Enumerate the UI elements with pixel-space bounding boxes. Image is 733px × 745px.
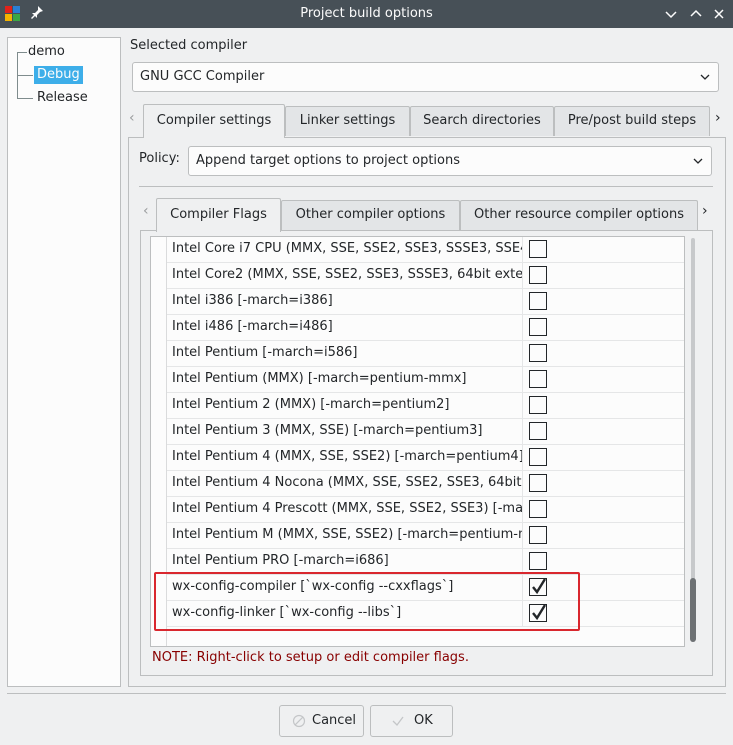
flags-scrollbar[interactable] [689, 236, 697, 644]
tree-line [17, 98, 33, 99]
tab-compiler-settings[interactable]: Compiler settings [143, 104, 285, 138]
flag-label: Intel Pentium [-march=i586] [172, 345, 358, 360]
chevron-down-icon [693, 158, 703, 164]
selected-compiler-label: Selected compiler [130, 38, 248, 53]
compiler-flags-note: NOTE: Right-click to setup or edit compi… [152, 650, 469, 665]
flag-checkbox[interactable] [529, 552, 547, 570]
tabs-scroll-right-button[interactable]: › [715, 110, 721, 126]
column-divider [522, 523, 523, 549]
flag-checkbox[interactable] [529, 448, 547, 466]
scrollbar-thumb[interactable] [690, 578, 696, 642]
check-icon [392, 716, 404, 726]
flag-row[interactable]: Intel Pentium 4 Nocona (MMX, SSE, SSE2, … [167, 471, 684, 497]
column-divider [522, 315, 523, 341]
column-divider [522, 393, 523, 419]
settings-tabs: Compiler settings Linker settings Search… [0, 104, 733, 138]
flag-label: Intel Core2 (MMX, SSE, SSE2, SSE3, SSSE3… [172, 267, 522, 282]
close-button[interactable] [710, 5, 728, 23]
tree-line [17, 75, 33, 76]
tab-pre-post-build-steps[interactable]: Pre/post build steps [554, 106, 710, 136]
flag-row[interactable]: Intel Pentium 2 (MMX) [-march=pentium2] [167, 393, 684, 419]
flag-label: Intel Pentium PRO [-march=i686] [172, 553, 389, 568]
chevron-down-icon [700, 74, 710, 80]
compiler-subtabs: Compiler Flags Other compiler options Ot… [0, 198, 733, 232]
column-divider [522, 419, 523, 445]
flag-label: Intel Pentium M (MMX, SSE, SSE2) [-march… [172, 527, 522, 542]
compiler-select[interactable]: GNU GCC Compiler [132, 62, 719, 92]
flag-checkbox[interactable] [529, 344, 547, 362]
flag-row[interactable]: Intel Pentium M (MMX, SSE, SSE2) [-march… [167, 523, 684, 549]
column-divider [522, 367, 523, 393]
flag-label: Intel i386 [-march=i386] [172, 293, 333, 308]
compiler-select-value: GNU GCC Compiler [140, 69, 265, 84]
flag-checkbox[interactable] [529, 422, 547, 440]
flag-checkbox[interactable] [529, 240, 547, 258]
target-tree[interactable]: demo Debug Release [7, 37, 121, 687]
flag-label: Intel Pentium (MMX) [-march=pentium-mmx] [172, 371, 467, 386]
flag-row[interactable]: Intel i486 [-march=i486] [167, 315, 684, 341]
flag-label: Intel Pentium 4 Nocona (MMX, SSE, SSE2, … [172, 475, 522, 490]
flag-label: Intel Core i7 CPU (MMX, SSE, SSE2, SSE3,… [172, 241, 522, 256]
flag-row[interactable]: Intel Pentium 3 (MMX, SSE) [-march=penti… [167, 419, 684, 445]
annotation-highlight-box [154, 572, 580, 631]
flag-checkbox[interactable] [529, 370, 547, 388]
flag-row[interactable]: Intel Pentium (MMX) [-march=pentium-mmx] [167, 367, 684, 393]
flag-row[interactable]: Intel Pentium 4 Prescott (MMX, SSE, SSE2… [167, 497, 684, 523]
policy-label: Policy: [139, 151, 180, 166]
flag-label: Intel Pentium 4 (MMX, SSE, SSE2) [-march… [172, 449, 522, 464]
column-divider [522, 263, 523, 289]
flag-row[interactable]: Intel i386 [-march=i386] [167, 289, 684, 315]
flag-label: Intel Pentium 3 (MMX, SSE) [-march=penti… [172, 423, 483, 438]
separator [7, 693, 726, 694]
maximize-icon [690, 9, 702, 17]
title-bar: Project build options [0, 0, 733, 28]
window-title: Project build options [300, 6, 433, 21]
column-divider [522, 497, 523, 523]
subtabs-scroll-right-button[interactable]: › [702, 203, 708, 219]
minimize-button[interactable] [662, 5, 680, 23]
cancel-button[interactable]: Cancel [279, 705, 364, 737]
flag-checkbox[interactable] [529, 500, 547, 518]
ok-button[interactable]: OK [370, 705, 453, 737]
divider [139, 186, 713, 187]
flag-row[interactable]: Intel Pentium 4 (MMX, SSE, SSE2) [-march… [167, 445, 684, 471]
flag-label: Intel i486 [-march=i486] [172, 319, 333, 334]
column-divider [522, 341, 523, 367]
column-divider [522, 289, 523, 315]
policy-select[interactable]: Append target options to project options [188, 146, 712, 176]
column-divider [522, 445, 523, 471]
close-icon [714, 9, 724, 19]
ok-button-label: OK [414, 713, 433, 728]
policy-select-value: Append target options to project options [196, 153, 461, 168]
flag-checkbox[interactable] [529, 318, 547, 336]
flag-checkbox[interactable] [529, 266, 547, 284]
flag-checkbox[interactable] [529, 526, 547, 544]
flag-row[interactable]: Intel Pentium [-march=i586] [167, 341, 684, 367]
flag-row[interactable]: Intel Core2 (MMX, SSE, SSE2, SSE3, SSSE3… [167, 263, 684, 289]
flag-checkbox[interactable] [529, 396, 547, 414]
column-divider [522, 471, 523, 497]
tab-other-resource-compiler-options[interactable]: Other resource compiler options [460, 200, 698, 230]
flag-checkbox[interactable] [529, 474, 547, 492]
tab-linker-settings[interactable]: Linker settings [285, 106, 410, 136]
flag-checkbox[interactable] [529, 292, 547, 310]
cancel-icon [292, 714, 306, 728]
flag-label: Intel Pentium 2 (MMX) [-march=pentium2] [172, 397, 450, 412]
cancel-button-label: Cancel [312, 713, 357, 728]
tab-compiler-flags[interactable]: Compiler Flags [156, 198, 281, 232]
tab-search-directories[interactable]: Search directories [410, 106, 554, 136]
tree-item-debug[interactable]: Debug [34, 66, 83, 84]
tree-item-demo[interactable]: demo [25, 43, 68, 61]
minimize-icon [665, 11, 677, 19]
maximize-button[interactable] [687, 5, 705, 23]
flag-row[interactable]: Intel Core i7 CPU (MMX, SSE, SSE2, SSE3,… [167, 237, 684, 263]
tab-other-compiler-options[interactable]: Other compiler options [281, 200, 460, 230]
column-divider [522, 237, 523, 263]
flag-label: Intel Pentium 4 Prescott (MMX, SSE, SSE2… [172, 501, 522, 516]
